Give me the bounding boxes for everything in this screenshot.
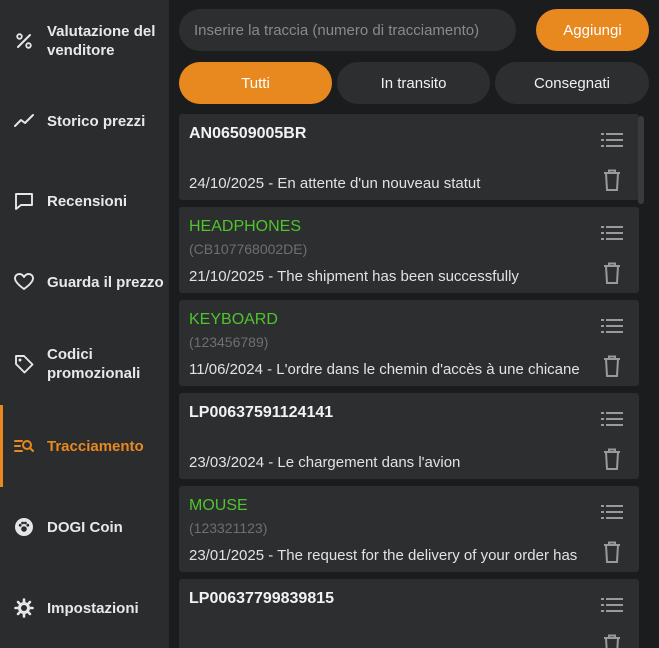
shipment-status: 11/06/2024 - L'ordre dans le chemin d'ac… xyxy=(189,361,580,378)
shipment-card[interactable]: MOUSE (123321123) 23/01/2025 - The reque… xyxy=(179,486,639,572)
sidebar-item-label: Storico prezzi xyxy=(47,112,146,130)
shipment-title: KEYBOARD xyxy=(189,311,278,328)
tag-icon xyxy=(14,354,34,374)
sidebar-item-label: Codici promozionali xyxy=(47,346,141,382)
tracking-number-input[interactable] xyxy=(179,9,516,51)
shipment-status: 24/10/2025 - En attente d'un nouveau sta… xyxy=(189,175,481,192)
trash-icon[interactable] xyxy=(603,169,621,191)
shipment-status: 23/01/2025 - The request for the deliver… xyxy=(189,547,578,564)
add-button[interactable]: Aggiungi xyxy=(536,9,649,51)
sidebar-item-label: Recensioni xyxy=(47,192,128,210)
details-list-icon[interactable] xyxy=(601,597,623,613)
shipment-title: LP00637591124141 xyxy=(189,404,334,421)
details-list-icon[interactable] xyxy=(601,411,623,427)
shipment-code: (123456789) xyxy=(189,334,269,350)
shipment-status: 23/03/2024 - Le chargement dans l'avion xyxy=(189,454,461,471)
heart-icon xyxy=(14,272,34,292)
sidebar-item-label: Guarda il prezzo xyxy=(47,273,164,291)
sidebar-item-tracking[interactable]: Tracciamento xyxy=(0,405,169,487)
list-scrollbar[interactable] xyxy=(638,116,644,204)
sidebar-item-reviews[interactable]: Recensioni xyxy=(0,160,169,242)
trash-icon[interactable] xyxy=(603,541,621,563)
shipment-status: 21/10/2025 - The shipment has been succe… xyxy=(189,268,519,285)
tab-in-transit[interactable]: In transito xyxy=(337,62,490,104)
shipment-card[interactable]: AN06509005BR 24/10/2025 - En attente d'u… xyxy=(179,114,639,200)
details-list-icon[interactable] xyxy=(601,504,623,520)
sidebar-item-price-watch[interactable]: Guarda il prezzo xyxy=(0,241,169,323)
sidebar-item-label: Valutazione del venditore xyxy=(47,23,156,59)
shipment-title: LP00637799839815 xyxy=(189,590,335,607)
shipment-title: MOUSE xyxy=(189,497,248,514)
trash-icon[interactable] xyxy=(603,262,621,284)
sidebar-item-label: DOGI Coin xyxy=(47,518,123,536)
trash-icon[interactable] xyxy=(603,634,621,648)
sidebar-item-promo-codes[interactable]: Codici promozionali xyxy=(0,323,169,405)
shipment-title: HEADPHONES xyxy=(189,218,302,235)
trash-icon[interactable] xyxy=(603,355,621,377)
shipment-code: (CB107768002DE) xyxy=(189,241,308,257)
tab-delivered[interactable]: Consegnati xyxy=(495,62,649,104)
shipment-code: (123321123) xyxy=(189,520,268,536)
tab-all[interactable]: Tutti xyxy=(179,62,332,104)
sidebar-item-seller-rating[interactable]: Valutazione del venditore xyxy=(0,0,169,82)
sidebar-item-price-history[interactable]: Storico prezzi xyxy=(0,80,169,162)
shipment-list: AN06509005BR 24/10/2025 - En attente d'u… xyxy=(179,114,649,648)
shipment-card[interactable]: HEADPHONES (CB107768002DE) 21/10/2025 - … xyxy=(179,207,639,293)
sidebar-item-settings[interactable]: Impostazioni xyxy=(0,567,169,648)
trend-line-icon xyxy=(14,111,34,131)
shipment-card[interactable]: KEYBOARD (123456789) 11/06/2024 - L'ordr… xyxy=(179,300,639,386)
tracking-search-icon xyxy=(14,436,34,456)
details-list-icon[interactable] xyxy=(601,318,623,334)
sidebar-item-label: Tracciamento xyxy=(47,437,144,455)
details-list-icon[interactable] xyxy=(601,132,623,148)
shipment-title: AN06509005BR xyxy=(189,125,307,142)
sidebar: Valutazione del venditore Storico prezzi… xyxy=(0,0,169,648)
gear-icon xyxy=(14,598,34,618)
sidebar-item-label: Impostazioni xyxy=(47,599,139,617)
details-list-icon[interactable] xyxy=(601,225,623,241)
percent-icon xyxy=(14,31,34,51)
chat-bubble-icon xyxy=(14,191,34,211)
trash-icon[interactable] xyxy=(603,448,621,470)
shipment-card[interactable]: LP00637591124141 23/03/2024 - Le chargem… xyxy=(179,393,639,479)
sidebar-item-dogi-coin[interactable]: DOGI Coin xyxy=(0,486,169,568)
paw-coin-icon xyxy=(14,517,34,537)
main-panel: Aggiungi Tutti In transito Consegnati AN… xyxy=(169,0,659,648)
shipment-card[interactable]: LP00637799839815 xyxy=(179,579,639,648)
